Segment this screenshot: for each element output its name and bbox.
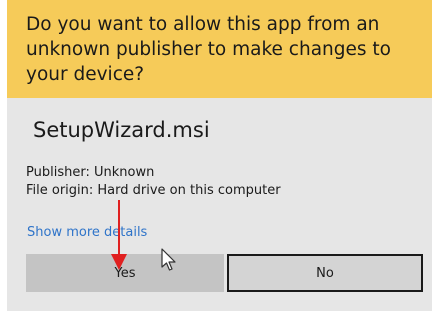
permission-question: Do you want to allow this app from an un… [26, 14, 391, 85]
publisher-line: Publisher: Unknown [26, 165, 155, 180]
show-more-details-link[interactable]: Show more details [27, 225, 147, 240]
yes-button[interactable]: Yes [26, 254, 224, 292]
yes-button-label: Yes [114, 265, 136, 281]
file-origin-line: File origin: Hard drive on this computer [26, 183, 281, 198]
no-button[interactable]: No [227, 254, 423, 292]
dialog-header: Do you want to allow this app from an un… [7, 0, 432, 98]
uac-dialog: Do you want to allow this app from an un… [7, 0, 432, 311]
app-name: SetupWizard.msi [33, 118, 210, 142]
no-button-label: No [316, 265, 334, 281]
publisher-details: Publisher: Unknown File origin: Hard dri… [26, 164, 281, 200]
